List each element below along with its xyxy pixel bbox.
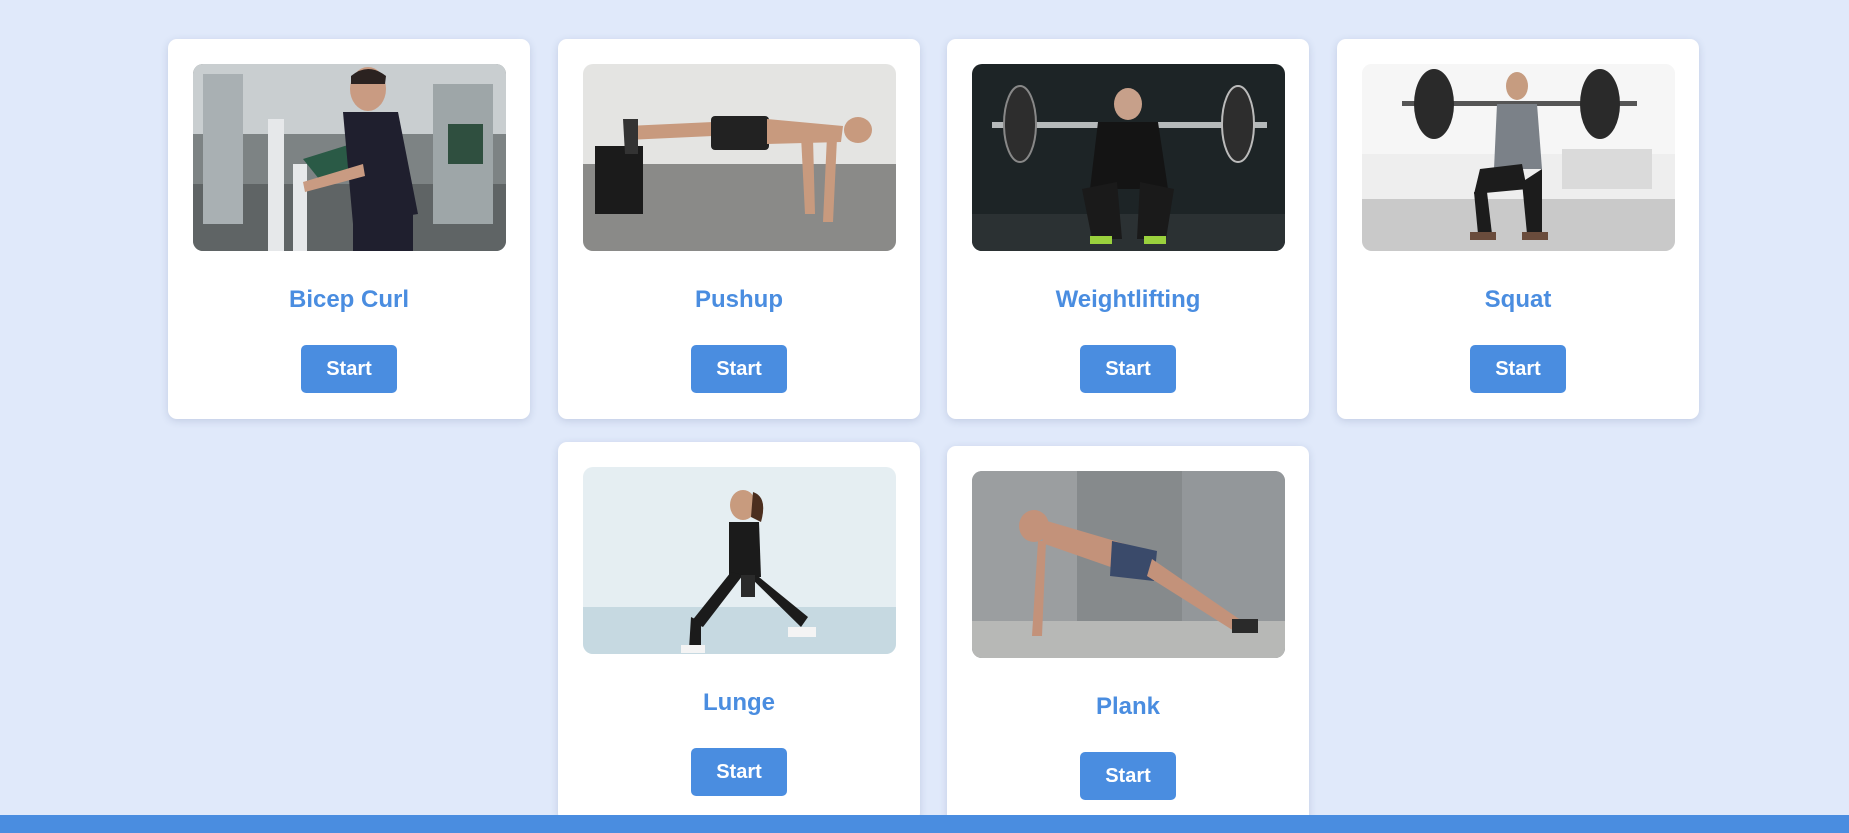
footer-bar (0, 815, 1849, 833)
exercise-grid: Bicep Curl Start Pushup Start Weightlift… (0, 0, 1849, 833)
exercise-title: Plank (1095, 693, 1161, 720)
squat-photo (1362, 64, 1675, 251)
weightlifting-photo (972, 64, 1285, 251)
start-button-squat[interactable]: Start (1470, 345, 1566, 393)
start-button-plank[interactable]: Start (1080, 752, 1176, 800)
start-button-bicep-curl[interactable]: Start (301, 345, 397, 393)
start-button-weightlifting[interactable]: Start (1080, 345, 1176, 393)
exercise-title: Squat (1484, 286, 1552, 313)
exercise-card-bicep-curl: Bicep Curl Start (168, 39, 530, 419)
lunge-photo (583, 467, 896, 654)
exercise-title: Pushup (695, 286, 783, 313)
start-button-pushup[interactable]: Start (691, 345, 787, 393)
bicep-curl-photo (193, 64, 506, 251)
exercise-title: Lunge (703, 689, 775, 716)
exercise-card-pushup: Pushup Start (558, 39, 920, 419)
exercise-card-lunge: Lunge Start (558, 442, 920, 822)
exercise-card-plank: Plank Start (947, 446, 1309, 826)
exercise-title: Bicep Curl (288, 286, 410, 313)
exercise-card-weightlifting: Weightlifting Start (947, 39, 1309, 419)
exercise-title: Weightlifting (1055, 286, 1201, 313)
exercise-card-squat: Squat Start (1337, 39, 1699, 419)
start-button-lunge[interactable]: Start (691, 748, 787, 796)
plank-photo (972, 471, 1285, 658)
pushup-photo (583, 64, 896, 251)
